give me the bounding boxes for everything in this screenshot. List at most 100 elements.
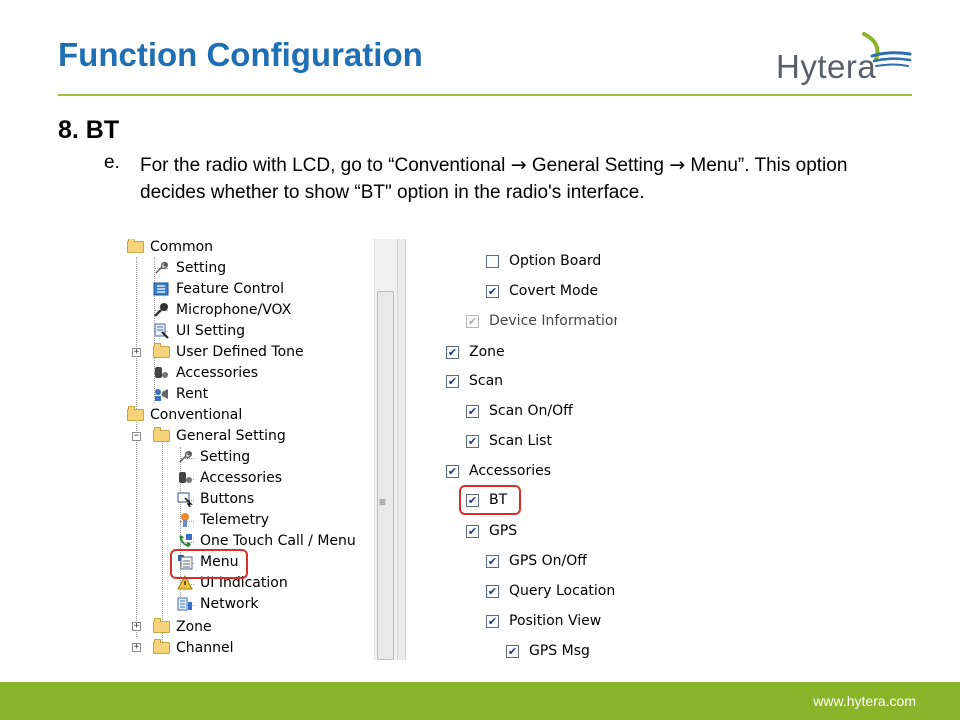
query-location-row[interactable]: ✔ Query Location [486, 581, 615, 601]
tree-item-gs-accessories[interactable]: Accessories [176, 468, 282, 488]
rent-icon [152, 386, 170, 402]
network-icon [176, 596, 194, 612]
step-text-part-2: General Setting [526, 155, 670, 176]
option-label: Covert Mode [509, 283, 599, 299]
folder-icon [152, 343, 170, 360]
accessories-row[interactable]: ✔ Accessories [446, 461, 551, 481]
tree-item-common-setting[interactable]: Setting [152, 258, 226, 278]
tree-item-network[interactable]: Network [176, 594, 258, 614]
tree-item-microphone-vox[interactable]: Microphone/VOX [152, 300, 291, 320]
tree-item-ui-setting[interactable]: UI Setting [152, 321, 245, 341]
tree-item-label: Microphone/VOX [176, 302, 292, 318]
tree-line [136, 257, 137, 637]
scan-list-row[interactable]: ✔ Scan List [466, 431, 552, 451]
scan-list-checkbox[interactable]: ✔ [466, 434, 479, 448]
tree-item-one-touch-call-menu[interactable]: One Touch Call / Menu [176, 531, 356, 551]
scan-checkbox[interactable]: ✔ [446, 374, 459, 388]
accessories-icon [152, 365, 170, 381]
folder-icon [152, 639, 170, 656]
tree-item-label: Conventional [150, 407, 243, 423]
hytera-logo: Hytera [772, 30, 922, 88]
tree-item-common-accessories[interactable]: Accessories [152, 363, 258, 383]
tree-item-user-defined-tone[interactable]: User Defined Tone [152, 342, 304, 362]
query-location-checkbox[interactable]: ✔ [486, 584, 499, 598]
feature-list-icon [152, 281, 170, 297]
tree-item-label: General Setting [176, 428, 286, 444]
folder-icon [152, 618, 170, 635]
option-label: Scan List [489, 433, 552, 449]
zone-checkbox[interactable]: ✔ [446, 345, 459, 359]
position-view-checkbox[interactable]: ✔ [486, 614, 499, 628]
tree-item-label: Accessories [200, 470, 283, 486]
scrollbar-grip-icon: ≡ [379, 495, 387, 509]
covert-mode-row[interactable]: ✔ Covert Mode [486, 281, 598, 301]
tree-item-label: One Touch Call / Menu [200, 533, 356, 549]
scrollbar-thumb[interactable] [377, 291, 394, 660]
logo-swoosh-icon [862, 32, 912, 67]
buttons-icon [176, 491, 194, 507]
tree-item-label: User Defined Tone [176, 344, 304, 360]
wrench-icon [152, 260, 170, 276]
tree-item-label: Common [150, 239, 214, 255]
tree-item-buttons[interactable]: Buttons [176, 489, 254, 509]
tree-item-general-setting[interactable]: General Setting [152, 426, 286, 446]
option-label: Position View [509, 613, 602, 629]
tree-item-conventional[interactable]: Conventional [126, 405, 242, 425]
folder-icon [126, 406, 144, 423]
tree-scrollbar[interactable] [374, 239, 397, 660]
scan-row[interactable]: ✔ Scan [446, 371, 503, 391]
tree-item-label: UI Setting [176, 323, 245, 339]
expand-plus-icon[interactable]: + [132, 348, 141, 357]
collapse-minus-icon[interactable]: − [132, 432, 141, 441]
option-label: Option Board [509, 253, 602, 269]
cps-screenshot: + − + + Common Setting Feature Control M… [124, 239, 617, 660]
option-label: GPS Msg [529, 643, 590, 659]
accessories-icon [176, 470, 194, 486]
scan-on-off-checkbox[interactable]: ✔ [466, 404, 479, 418]
tree-item-gs-setting[interactable]: Setting [176, 447, 250, 467]
gps-msg-checkbox[interactable]: ✔ [506, 644, 519, 658]
tree-item-label: Feature Control [176, 281, 284, 297]
option-board-row[interactable]: Option Board [486, 251, 601, 271]
option-board-checkbox[interactable] [486, 254, 499, 268]
expand-plus-icon[interactable]: + [132, 643, 141, 652]
gps-on-off-checkbox[interactable]: ✔ [486, 554, 499, 568]
covert-mode-checkbox[interactable]: ✔ [486, 284, 499, 298]
tree-item-telemetry[interactable]: Telemetry [176, 510, 269, 530]
scan-on-off-row[interactable]: ✔ Scan On/Off [466, 401, 573, 421]
gps-checkbox[interactable]: ✔ [466, 524, 479, 538]
accessories-checkbox[interactable]: ✔ [446, 464, 459, 478]
pane-splitter[interactable] [397, 239, 406, 660]
device-information-row: ✔ Device Information [466, 311, 617, 331]
gps-on-off-row[interactable]: ✔ GPS On/Off [486, 551, 587, 571]
bt-highlight-box [459, 485, 521, 515]
tree-item-feature-control[interactable]: Feature Control [152, 279, 284, 299]
tree-item-label: Telemetry [200, 512, 270, 528]
option-label: Zone [469, 344, 505, 360]
navigation-tree[interactable]: + − + + Common Setting Feature Control M… [124, 239, 374, 660]
tree-item-label: Buttons [200, 491, 255, 507]
wrench-icon [176, 449, 194, 465]
tree-item-rent[interactable]: Rent [152, 384, 208, 404]
slide-title: Function Configuration [58, 36, 423, 73]
folder-icon [126, 239, 144, 255]
tree-item-zone[interactable]: Zone [152, 617, 212, 637]
option-label: Device Information [489, 313, 617, 329]
zone-row[interactable]: ✔ Zone [446, 342, 505, 362]
folder-open-icon [152, 427, 170, 444]
tree-item-label: Network [200, 596, 259, 612]
tree-item-label: Setting [176, 260, 227, 276]
gps-row[interactable]: ✔ GPS [466, 521, 517, 541]
gps-msg-row[interactable]: ✔ GPS Msg [506, 641, 590, 660]
tree-item-label: Rent [176, 386, 209, 402]
tree-item-label: Zone [176, 619, 212, 635]
option-label: Accessories [469, 463, 552, 479]
expand-plus-icon[interactable]: + [132, 622, 141, 631]
tree-item-label: Setting [200, 449, 251, 465]
tree-item-common[interactable]: Common [126, 239, 213, 257]
option-label: Scan [469, 373, 504, 389]
tree-item-label: Channel [176, 640, 234, 656]
tree-item-channel[interactable]: Channel [152, 638, 233, 658]
phone-icon [176, 533, 194, 549]
position-view-row[interactable]: ✔ Position View [486, 611, 601, 631]
